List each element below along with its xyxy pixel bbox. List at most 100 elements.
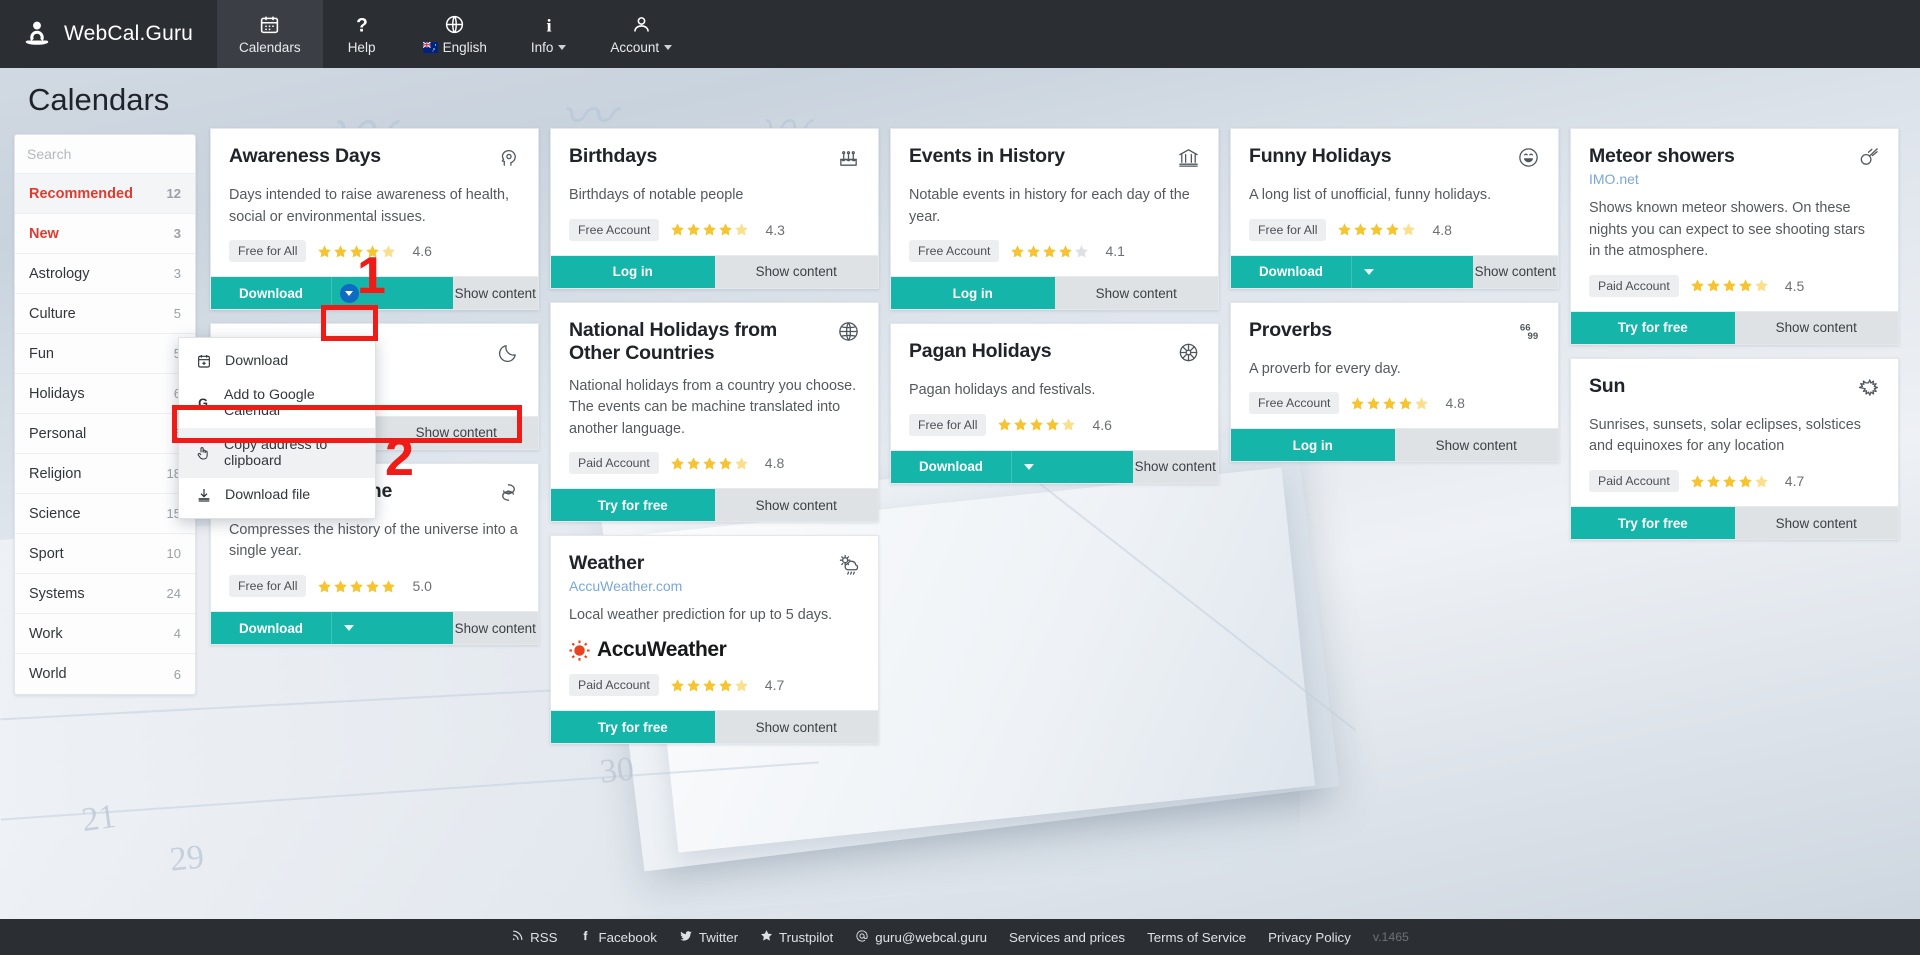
- sidebar-item-culture[interactable]: Culture 5: [15, 294, 195, 334]
- sidebar-item-holidays[interactable]: Holidays6: [15, 374, 195, 414]
- footer-link-privacy-policy[interactable]: Privacy Policy: [1268, 930, 1351, 945]
- show-content-button[interactable]: Show content: [1734, 507, 1898, 540]
- primary-action-button[interactable]: Try for free: [1571, 311, 1735, 344]
- menu-item-add-to-google-calendar[interactable]: G Add to Google Calendar: [179, 378, 375, 428]
- sidebar-item-astrology[interactable]: Astrology 3: [15, 254, 195, 294]
- footer-link-twitter[interactable]: Twitter: [679, 929, 738, 946]
- footer-link-facebook[interactable]: Facebook: [579, 929, 657, 945]
- primary-action-button[interactable]: Download: [891, 450, 1011, 483]
- show-content-button[interactable]: Show content: [1394, 429, 1558, 462]
- access-badge: Paid Account: [569, 674, 659, 697]
- annotation-number-1: 1: [357, 247, 386, 305]
- sidebar-item-label: World: [29, 666, 67, 682]
- menu-item-label: Copy address to clipboard: [224, 437, 328, 469]
- menu-item-download[interactable]: Download: [179, 344, 375, 378]
- card-title: National Holidays from Other Countries: [569, 318, 777, 364]
- show-content-button[interactable]: Show content: [1472, 255, 1559, 288]
- search-input[interactable]: [27, 146, 195, 162]
- sidebar-item-sport[interactable]: Sport 10: [15, 534, 195, 574]
- card-actions: Download Show content: [891, 449, 1219, 483]
- primary-action-button[interactable]: Download: [211, 277, 331, 310]
- card-description: Birthdays of notable people: [569, 187, 744, 203]
- show-content-button[interactable]: Show content: [452, 277, 539, 310]
- card-meta: Paid Account 4.7: [569, 674, 860, 697]
- primary-action-button[interactable]: Try for free: [551, 711, 715, 744]
- dropdown-toggle-button[interactable]: [1350, 255, 1387, 288]
- language-label: English: [442, 39, 487, 55]
- sidebar-item-science[interactable]: Science 15: [15, 494, 195, 534]
- card-description: A long list of unofficial, funny holiday…: [1249, 187, 1492, 203]
- sidebar-item-fun[interactable]: Fun5: [15, 334, 195, 374]
- primary-action-button[interactable]: Log in: [1231, 429, 1395, 462]
- card-title: Birthdays: [569, 145, 658, 167]
- site-footer: RSS Facebook Twitter Trustpilot guru@webcal.…: [0, 919, 1920, 955]
- sidebar-item-count: 3: [173, 266, 181, 281]
- sidebar-item-label: Religion: [29, 465, 82, 482]
- download-icon: [195, 487, 212, 503]
- footer-link-terms-of-service[interactable]: Terms of Service: [1147, 930, 1246, 945]
- card-actions: Try for freeShow content: [551, 710, 878, 744]
- sidebar-item-new[interactable]: New 3: [15, 214, 195, 254]
- brand-logo-link[interactable]: WebCal.Guru: [0, 0, 217, 68]
- footer-link-guru-webcal-guru[interactable]: guru@webcal.guru: [855, 929, 987, 946]
- show-content-button[interactable]: Show content: [714, 255, 878, 288]
- info-icon: i: [539, 13, 559, 37]
- at-icon: [855, 929, 869, 946]
- card-body: Meteor showers IMO.net Shows known meteor …: [1571, 129, 1898, 311]
- background-number: 29: [168, 838, 206, 879]
- version-label: v.1465: [1372, 930, 1409, 944]
- menu-item-copy-address-to-clipboard[interactable]: Copy address to clipboard: [179, 428, 375, 478]
- background-number: 21: [79, 797, 119, 840]
- sidebar-item-religion[interactable]: Religion 18: [15, 454, 195, 494]
- footer-link-label: RSS: [530, 929, 558, 945]
- sidebar-item-personal[interactable]: Personal5: [15, 414, 195, 454]
- calendar-card-meteor-showers: Meteor showers IMO.net Shows known meteor …: [1570, 128, 1899, 345]
- card-source-link[interactable]: AccuWeather.com: [569, 578, 682, 594]
- card-meta: Free for All 4.8: [1249, 218, 1540, 241]
- dropdown-toggle-button[interactable]: [330, 612, 367, 645]
- primary-action-button[interactable]: Try for free: [1571, 507, 1735, 540]
- show-content-button[interactable]: Show content: [714, 489, 878, 522]
- person-icon: [631, 13, 652, 37]
- museum-icon: [1177, 146, 1200, 174]
- footer-link-trustpilot[interactable]: Trustpilot: [760, 929, 833, 945]
- primary-action-button[interactable]: Try for free: [551, 489, 715, 522]
- calendar-card-birthdays: Birthdays Birthdays of notable people Free…: [550, 128, 879, 289]
- card-body: Events in History Notable events in histo…: [891, 129, 1218, 276]
- sidebar-item-systems[interactable]: Systems 24: [15, 574, 195, 614]
- primary-action-button[interactable]: Download: [1231, 255, 1351, 288]
- card-actions: Log in Show content: [1231, 428, 1558, 462]
- show-content-button[interactable]: Show content: [1734, 311, 1898, 344]
- chevron-down-icon: [664, 44, 673, 50]
- show-content-button[interactable]: Show content: [452, 612, 539, 645]
- nav-item-language[interactable]: English: [401, 0, 509, 68]
- accuweather-logo: AccuWeather: [569, 638, 860, 662]
- access-badge: Free for All: [1249, 218, 1327, 241]
- show-content-button[interactable]: Show content: [1054, 277, 1218, 310]
- sidebar-item-count: 10: [166, 546, 181, 561]
- sidebar-item-world[interactable]: World 6: [15, 654, 195, 694]
- nav-item-account[interactable]: Account: [588, 0, 694, 68]
- sidebar-item-work[interactable]: Work 4: [15, 614, 195, 654]
- show-content-button[interactable]: Show content: [714, 711, 878, 744]
- show-content-button[interactable]: Show content: [1132, 450, 1219, 483]
- globe-icon: [444, 13, 465, 37]
- calendar-card-funny-holidays: Funny Holidays A long list of unofficial,…: [1230, 128, 1559, 289]
- primary-action-button[interactable]: Log in: [891, 277, 1055, 310]
- primary-action-button[interactable]: Log in: [551, 255, 715, 288]
- footer-link-rss[interactable]: RSS: [511, 929, 557, 945]
- nav-item-calendars[interactable]: Calendars: [217, 0, 323, 68]
- nav-item-info[interactable]: i Info: [509, 0, 589, 68]
- calendar-card-proverbs: Proverbs 66 99 A proverb for every day. Free…: [1230, 301, 1559, 463]
- sun-icon: [1857, 376, 1880, 404]
- primary-action-button[interactable]: Download: [211, 612, 331, 645]
- rating-stars: [670, 456, 749, 471]
- footer-link-services-and-prices[interactable]: Services and prices: [1009, 930, 1125, 945]
- menu-item-download-file[interactable]: Download file: [179, 478, 375, 512]
- access-badge: Free for All: [909, 413, 987, 436]
- card-source-link[interactable]: IMO.net: [1589, 171, 1735, 187]
- sidebar-item-recommended[interactable]: Recommended 12: [15, 174, 195, 214]
- card-description: Days intended to raise awareness of heal…: [229, 187, 509, 225]
- dropdown-toggle-button[interactable]: [1010, 450, 1047, 483]
- nav-item-help[interactable]: ? Help: [323, 0, 401, 68]
